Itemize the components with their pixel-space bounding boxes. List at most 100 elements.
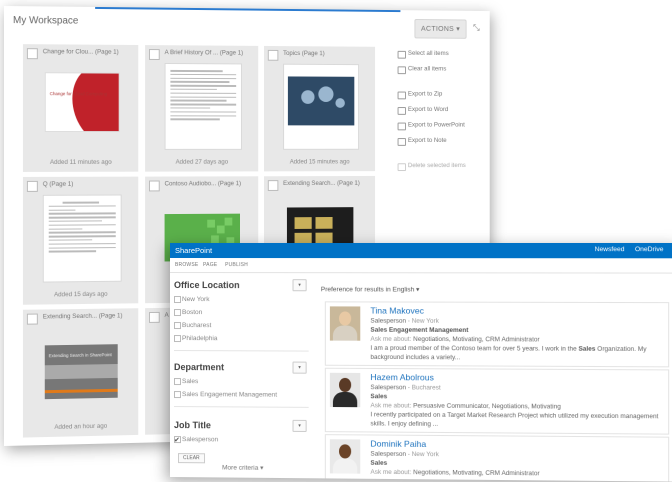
tab-publish[interactable]: PUBLISH: [225, 262, 248, 268]
refiner-option[interactable]: Boston: [174, 306, 309, 319]
newsfeed-link[interactable]: Newsfeed: [595, 246, 625, 253]
refiner-heading: Office Location: [174, 277, 309, 293]
suite-bar: SharePoint Newsfeed OneDrive: [170, 243, 672, 258]
refiner-heading: Job Title: [174, 417, 309, 434]
tile-title: Extending Search... (Page 1): [43, 312, 136, 320]
document-text-lines: [49, 201, 116, 254]
tile-thumbnail: [43, 195, 122, 283]
clear-icon: [398, 66, 406, 74]
tile-thumbnail: [283, 64, 359, 150]
select-all-menu-item[interactable]: Select all items: [398, 47, 486, 61]
tile-checkbox[interactable]: [27, 314, 38, 325]
tile-added-time: Added an hour ago: [23, 422, 138, 432]
export-powerpoint-menu-item[interactable]: Export to PowerPoint: [398, 119, 486, 133]
tile-added-time: Added 15 days ago: [23, 290, 138, 298]
accent-line: [95, 7, 400, 12]
export-icon: [398, 138, 406, 146]
tile-checkbox[interactable]: [149, 49, 160, 60]
chevron-down-icon[interactable]: ▾: [293, 420, 307, 432]
clear-button[interactable]: CLEAR: [178, 453, 205, 463]
delete-icon: [398, 163, 406, 171]
job-title-refiner: Job Title ▾ Salesperson CLEAR: [174, 417, 309, 465]
tab-page[interactable]: PAGE: [203, 262, 217, 268]
refiner-heading: Department: [174, 359, 309, 376]
person-department: Sales Engagement Management: [370, 327, 468, 334]
tile-thumbnail: Extending Search in SharePoint: [43, 326, 120, 413]
person-title-location: Salesperson - New York: [370, 318, 438, 325]
tile-title: Contoso Audiobo... (Page 1): [165, 180, 256, 187]
person-ask-me-about: Ask me about: Persuasive Communicator, N…: [370, 402, 560, 410]
department-refiner: Department ▾ Sales Sales Engagement Mana…: [174, 359, 309, 412]
chevron-down-icon[interactable]: ▾: [293, 279, 307, 291]
document-text-lines: [170, 70, 236, 123]
person-name-link[interactable]: Hazem Abolrous: [370, 372, 433, 382]
workspace-tile[interactable]: Change for Clou... (Page 1) Change for C…: [23, 44, 138, 172]
clear-all-menu-item[interactable]: Clear all items: [398, 62, 486, 76]
tile-added-time: Added 27 days ago: [145, 159, 258, 166]
tile-checkbox[interactable]: [27, 181, 38, 192]
office-location-refiner: Office Location ▾ New York Boston Buchar…: [174, 277, 309, 356]
person-bio-continued: background includes a variety...: [370, 354, 460, 361]
tab-browse[interactable]: BROWSE: [175, 262, 198, 268]
person-name-link[interactable]: Dominik Paiha: [370, 439, 426, 450]
avatar[interactable]: [330, 373, 360, 407]
avatar[interactable]: [330, 306, 360, 340]
workspace-title: My Workspace: [13, 15, 78, 27]
person-title-location: Salesperson - New York: [370, 451, 438, 459]
person-title-location: Salesperson - Bucharest: [370, 384, 440, 391]
actions-menu: Select all items Clear all items Export …: [398, 47, 486, 175]
person-ask-me-about: Ask me about: Negotiations, Motivating, …: [370, 336, 539, 344]
person-result-card[interactable]: Dominik Paiha Salesperson - New York Sal…: [325, 434, 669, 482]
export-icon: [398, 107, 406, 115]
workspace-tile[interactable]: Extending Search... (Page 1) Extending S…: [23, 308, 138, 437]
person-bio: I recently participated on a Target Mark…: [370, 411, 658, 420]
chevron-down-icon[interactable]: ▾: [293, 362, 307, 374]
tile-title: Extending Search... (Page 1): [283, 180, 372, 187]
workspace-tile[interactable]: Topics (Page 1) Added 15 minutes ago: [264, 46, 375, 171]
export-icon: [398, 92, 406, 100]
person-department: Sales: [370, 460, 387, 467]
tile-thumbnail: [165, 63, 242, 150]
tile-checkbox[interactable]: [27, 48, 38, 59]
person-department: Sales: [370, 393, 387, 400]
slide-thumbnail: Change for Cloud Computing: [45, 72, 120, 132]
export-word-menu-item[interactable]: Export to Word: [398, 103, 486, 117]
tile-title: Q (Page 1): [43, 181, 136, 188]
person-result-card[interactable]: Tina Makovec Salesperson - New York Sale…: [325, 301, 669, 367]
person-bio: I am a proud member of the Contoso team …: [370, 345, 646, 353]
more-criteria-link[interactable]: More criteria ▾: [222, 463, 263, 471]
workspace-tile[interactable]: A Brief History Of ... (Page 1) Added 27…: [145, 45, 258, 172]
workspace-tile[interactable]: Q (Page 1) Added 15 days ago: [23, 177, 138, 305]
refiner-option[interactable]: Philadelphia: [174, 332, 309, 346]
export-zip-menu-item[interactable]: Export to Zip: [398, 88, 486, 102]
refiner-option[interactable]: New York: [174, 293, 309, 306]
tile-title: A Brief History Of ... (Page 1): [165, 49, 256, 57]
language-preference-dropdown[interactable]: Preference for results in English ▾: [321, 285, 420, 293]
tile-checkbox[interactable]: [149, 181, 160, 192]
refiner-option[interactable]: Salesperson: [174, 433, 309, 447]
slide-title-text: Change for Cloud Computing: [50, 91, 107, 96]
onedrive-link[interactable]: OneDrive: [635, 246, 663, 253]
collapse-icon[interactable]: ⤡: [473, 22, 480, 33]
export-onenote-menu-item[interactable]: Export to Note: [398, 134, 486, 148]
tile-checkbox[interactable]: [268, 50, 279, 61]
tile-title: Topics (Page 1): [283, 50, 372, 57]
sharepoint-window: SharePoint Newsfeed OneDrive BROWSE PAGE…: [170, 243, 672, 482]
person-ask-me-about: Ask me about: Negotiations, Motivating, …: [370, 469, 539, 478]
person-name-link[interactable]: Tina Makovec: [370, 305, 423, 315]
tile-added-time: Added 11 minutes ago: [23, 159, 138, 166]
avatar[interactable]: [330, 439, 360, 473]
delete-selected-menu-item[interactable]: Delete selected items: [398, 159, 486, 173]
refiner-option[interactable]: Bucharest: [174, 319, 309, 332]
refiner-option[interactable]: Sales Engagement Management: [174, 388, 309, 402]
sharepoint-brand[interactable]: SharePoint: [175, 246, 212, 255]
tile-thumbnail: Change for Cloud Computing: [43, 62, 120, 148]
select-all-icon: [398, 51, 406, 59]
slide-title-text: Extending Search in SharePoint: [49, 352, 112, 358]
refiner-option[interactable]: Sales: [174, 375, 309, 389]
person-result-card[interactable]: Hazem Abolrous Salesperson - Bucharest S…: [325, 368, 669, 435]
tile-added-time: Added 15 minutes ago: [264, 158, 375, 165]
tile-checkbox[interactable]: [268, 180, 279, 191]
tile-checkbox[interactable]: [149, 312, 160, 323]
actions-button[interactable]: ACTIONS ▾: [414, 19, 466, 39]
